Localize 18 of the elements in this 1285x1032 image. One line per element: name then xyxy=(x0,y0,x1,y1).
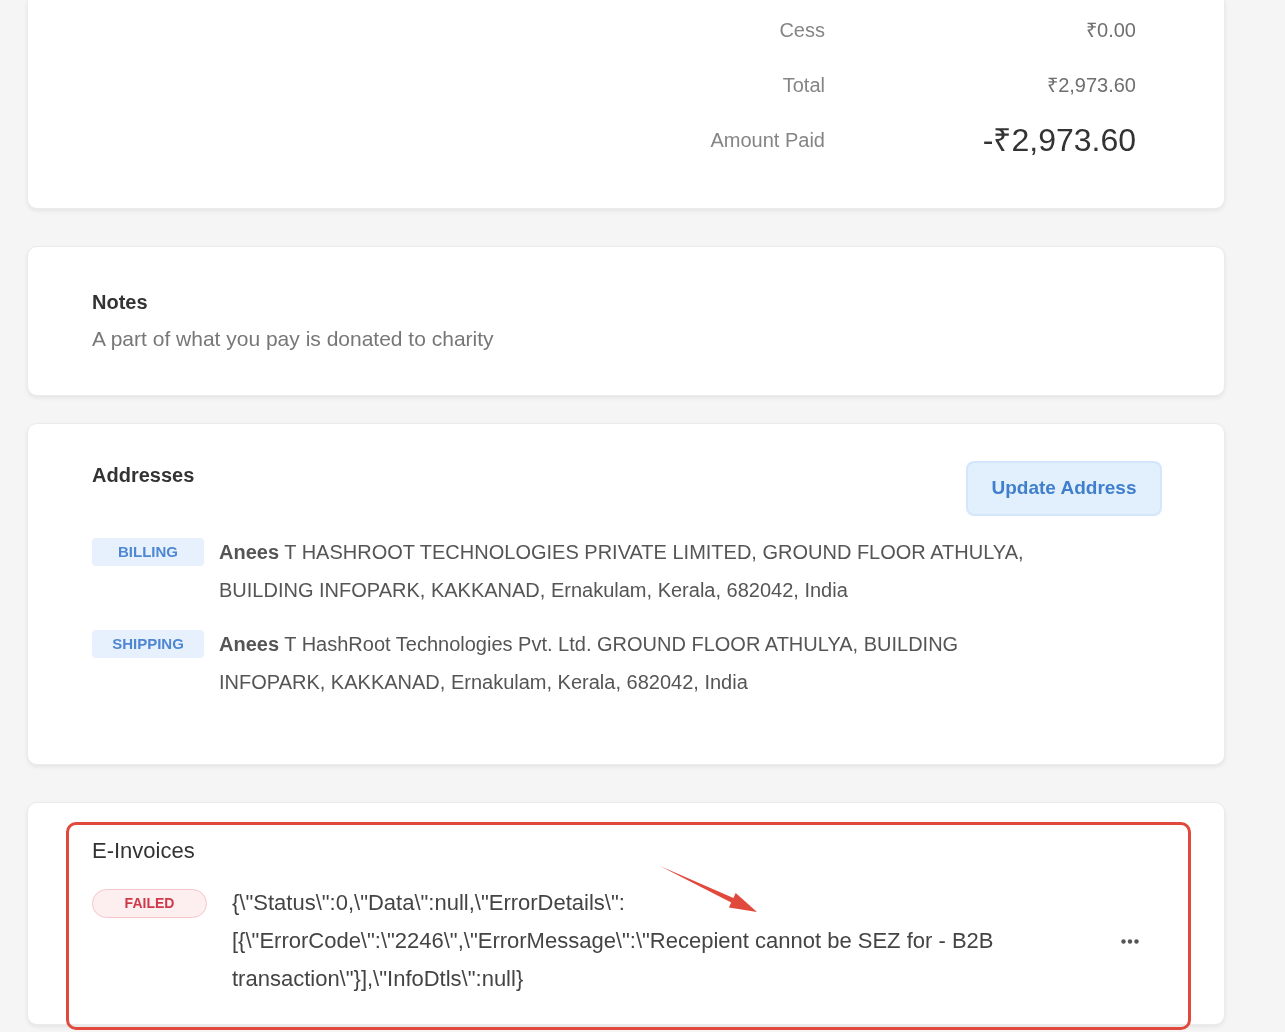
addresses-title: Addresses xyxy=(92,463,195,487)
summary-label: Cess xyxy=(779,17,825,43)
address-text: Anees T HASHROOT TECHNOLOGIES PRIVATE LIMITED, GROUND FLOOR ATHULYA, BUILDING INFOPARK, KAKKANAD, Ernakulam, Kerala, 682042, India xyxy=(219,540,1025,603)
summary-label: Amount Paid xyxy=(710,127,825,153)
address-type-badge: SHIPPING xyxy=(92,630,204,658)
summary-value: ₹2,973.60 xyxy=(1047,72,1136,98)
status-badge: FAILED xyxy=(92,889,207,918)
update-address-button[interactable]: Update Address xyxy=(966,461,1162,516)
notes-title: Notes xyxy=(92,290,148,314)
summary-value: ₹0.00 xyxy=(1086,17,1136,43)
more-icon[interactable] xyxy=(1121,938,1139,944)
address-text: Anees T HashRoot Technologies Pvt. Ltd. GROUND FLOOR ATHULYA, BUILDING INFOPARK, KAKKANAD, Ernakulam, Kerala, 682042, India xyxy=(219,632,960,695)
e-invoices-title: E-Invoices xyxy=(92,839,195,863)
error-message-text: {\"Status\":0,\"Data\":null,\"ErrorDetails\":[{\"ErrorCode\":\"2246\",\"ErrorMessage\":\"Recepient cannot be SEZ for - B2B transaction\"}],\"InfoDtls\":null} xyxy=(232,890,994,991)
amount-paid-value: -₹2,973.60 xyxy=(982,120,1136,160)
notes-text: A part of what you pay is donated to charity xyxy=(92,326,494,352)
summary-label: Total xyxy=(782,72,825,98)
address-type-badge: BILLING xyxy=(92,538,204,566)
